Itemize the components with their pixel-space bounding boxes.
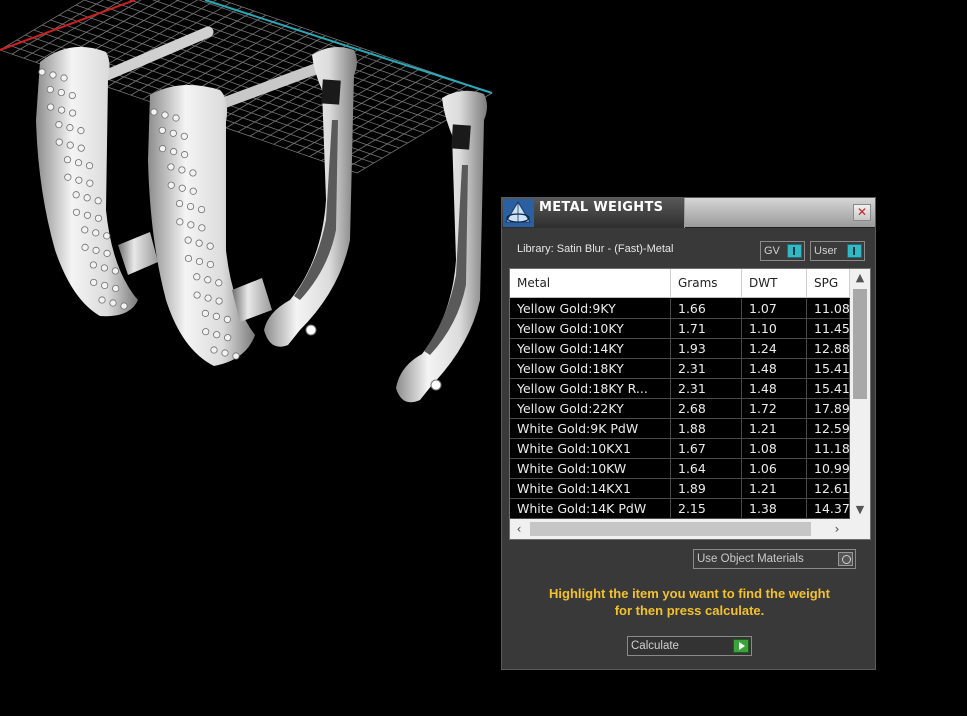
instruction-text: Highlight the item you want to find the … (512, 585, 867, 619)
horizontal-scrollbar[interactable]: ‹ › (510, 519, 870, 539)
library-label: Library: Satin Blur - (Fast)-Metal (517, 243, 674, 255)
calculate-button[interactable]: Calculate (627, 636, 752, 656)
cell-dwt: 1.21 (742, 419, 807, 439)
vertical-scrollbar[interactable]: ▲ ▼ (850, 269, 870, 519)
cell-metal: White Gold:14KX1 (510, 479, 671, 499)
table-row[interactable]: Yellow Gold:10KY 1.71 1.10 11.45 (510, 319, 850, 339)
vertical-scroll-thumb[interactable] (853, 289, 867, 399)
horizontal-scroll-thumb[interactable] (530, 522, 811, 536)
column-header-metal[interactable]: Metal (510, 269, 671, 298)
cell-dwt: 1.48 (742, 379, 807, 399)
cell-spg: 11.08 (807, 299, 850, 319)
cell-metal: Yellow Gold:18KY (510, 359, 671, 379)
panel-title: METAL WEIGHTS (539, 200, 664, 215)
cell-spg: 17.89 (807, 399, 850, 419)
earring-back-frame-1[interactable] (264, 46, 357, 347)
earring-model-1[interactable] (36, 46, 138, 317)
scroll-down-icon[interactable]: ▼ (850, 501, 870, 519)
cell-dwt: 1.07 (742, 299, 807, 319)
cell-dwt: 1.10 (742, 319, 807, 339)
table-row[interactable]: White Gold:14K PdW 2.15 1.38 14.37 (510, 499, 850, 519)
cell-spg: 14.37 (807, 499, 850, 519)
calculate-label: Calculate (631, 640, 679, 652)
cell-grams: 1.64 (671, 459, 742, 479)
cell-metal: Yellow Gold:9KY (510, 299, 671, 319)
close-button[interactable]: ✕ (853, 204, 871, 221)
cell-grams: 1.93 (671, 339, 742, 359)
scroll-left-icon[interactable]: ‹ (510, 519, 528, 539)
earring-model-2[interactable] (148, 85, 255, 366)
cell-spg: 12.88 (807, 339, 850, 359)
toggle-switch-icon (787, 244, 802, 258)
cell-spg: 15.41 (807, 359, 850, 379)
cell-grams: 2.31 (671, 379, 742, 399)
user-toggle-label: User (814, 245, 838, 257)
table-row[interactable]: White Gold:10KX1 1.67 1.08 11.18 (510, 439, 850, 459)
instruction-line-1: Highlight the item you want to find the … (549, 586, 830, 601)
scroll-right-icon[interactable]: › (828, 519, 846, 539)
cell-grams: 2.68 (671, 399, 742, 419)
cell-grams: 2.31 (671, 359, 742, 379)
cell-spg: 11.45 (807, 319, 850, 339)
user-toggle[interactable]: User (810, 241, 865, 261)
column-header-dwt[interactable]: DWT (742, 269, 807, 298)
cell-metal: Yellow Gold:18KY R... (510, 379, 671, 399)
table-body: Yellow Gold:9KY 1.66 1.07 11.08 Yellow Gold:… (510, 299, 850, 519)
table-header: Metal Grams DWT SPG (510, 269, 850, 298)
table-row[interactable]: Yellow Gold:14KY 1.93 1.24 12.88 (510, 339, 850, 359)
gv-toggle[interactable]: GV (760, 241, 805, 261)
close-icon: ✕ (856, 205, 868, 219)
cell-grams: 1.66 (671, 299, 742, 319)
cad-app-icon (503, 199, 534, 227)
cell-dwt: 1.48 (742, 359, 807, 379)
table-row[interactable]: Yellow Gold:9KY 1.66 1.07 11.08 (510, 299, 850, 319)
metal-table[interactable]: Metal Grams DWT SPG Yellow Gold:9KY 1.66 1… (509, 268, 871, 540)
cell-spg: 11.18 (807, 439, 850, 459)
cell-grams: 1.89 (671, 479, 742, 499)
earring-back-frame-2[interactable] (396, 90, 487, 403)
cell-metal: White Gold:14K PdW (510, 499, 671, 519)
cell-metal: Yellow Gold:10KY (510, 319, 671, 339)
earring-clip-1[interactable] (118, 232, 158, 275)
table-row[interactable]: White Gold:9K PdW 1.88 1.21 12.59 (510, 419, 850, 439)
cell-dwt: 1.06 (742, 459, 807, 479)
cell-grams: 2.15 (671, 499, 742, 519)
use-object-materials-label: Use Object Materials (697, 553, 804, 565)
table-row[interactable]: Yellow Gold:18KY R... 2.31 1.48 15.41 (510, 379, 850, 399)
play-arrow-icon (733, 639, 749, 653)
column-header-grams[interactable]: Grams (671, 269, 742, 298)
cell-metal: Yellow Gold:22KY (510, 399, 671, 419)
toggle-switch-icon (847, 244, 862, 258)
cell-spg: 15.41 (807, 379, 850, 399)
instruction-line-2: for then press calculate. (614, 603, 765, 618)
cell-grams: 1.71 (671, 319, 742, 339)
cell-dwt: 1.38 (742, 499, 807, 519)
cell-dwt: 1.21 (742, 479, 807, 499)
column-header-spg[interactable]: SPG (807, 269, 850, 298)
cell-metal: White Gold:10KW (510, 459, 671, 479)
cell-grams: 1.88 (671, 419, 742, 439)
table-row[interactable]: Yellow Gold:22KY 2.68 1.72 17.89 (510, 399, 850, 419)
metal-weights-panel: METAL WEIGHTS ✕ Library: Satin Blur - (F… (501, 197, 876, 670)
cell-grams: 1.67 (671, 439, 742, 459)
cell-metal: Yellow Gold:14KY (510, 339, 671, 359)
cell-dwt: 1.24 (742, 339, 807, 359)
cell-metal: White Gold:10KX1 (510, 439, 671, 459)
panel-titlebar[interactable]: METAL WEIGHTS ✕ (502, 198, 875, 228)
title-tab: METAL WEIGHTS (502, 198, 685, 228)
cell-spg: 12.59 (807, 419, 850, 439)
cell-spg: 10.99 (807, 459, 850, 479)
gv-toggle-label: GV (764, 245, 780, 257)
use-object-materials-toggle[interactable]: Use Object Materials (693, 549, 856, 569)
radio-icon (838, 552, 853, 566)
cell-spg: 12.61 (807, 479, 850, 499)
table-row[interactable]: White Gold:10KW 1.64 1.06 10.99 (510, 459, 850, 479)
scroll-up-icon[interactable]: ▲ (850, 269, 870, 287)
table-row[interactable]: Yellow Gold:18KY 2.31 1.48 15.41 (510, 359, 850, 379)
cell-dwt: 1.72 (742, 399, 807, 419)
table-row[interactable]: White Gold:14KX1 1.89 1.21 12.61 (510, 479, 850, 499)
cell-metal: White Gold:9K PdW (510, 419, 671, 439)
cell-dwt: 1.08 (742, 439, 807, 459)
